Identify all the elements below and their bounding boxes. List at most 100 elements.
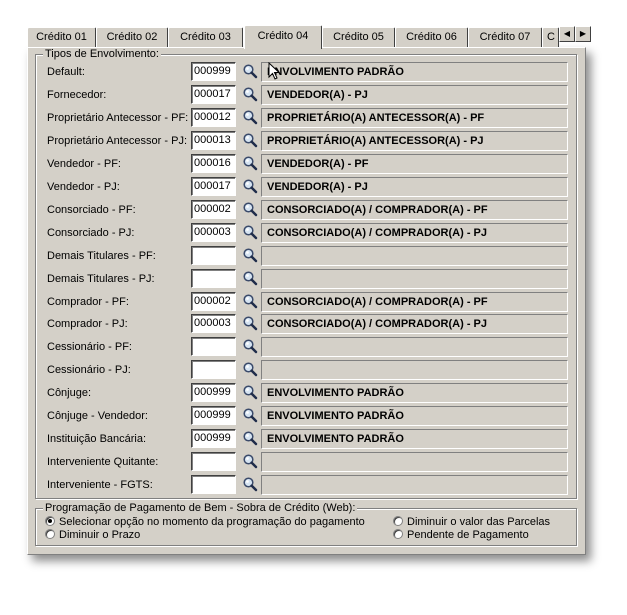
radio-selecionar-opcao[interactable]: Selecionar opção no momento da programaç… [45,516,365,528]
tab-credito-06[interactable]: Crédito 06 [395,27,468,47]
tab-credito-05[interactable]: Crédito 05 [322,27,395,47]
credit-tabstrip: Crédito 01 Crédito 02 Crédito 03 Crédito… [27,25,591,49]
envolvimento-code-input[interactable]: 000012 [191,108,236,127]
envolvimento-label: Interveniente - FGTS: [47,479,153,491]
magnifier-icon[interactable] [242,315,258,331]
envolvimento-code-input[interactable]: 000999 [191,383,236,402]
mouse-cursor-icon [268,62,280,80]
magnifier-icon[interactable] [242,224,258,240]
radio-diminuir-valor-parcelas[interactable]: Diminuir o valor das Parcelas [393,516,550,528]
radio-unselected-icon [393,529,403,539]
radio-selecionar-opcao-label: Selecionar opção no momento da programaç… [59,516,365,528]
envolvimento-description: VENDEDOR(A) - PJ [261,85,568,105]
envolvimento-description: CONSORCIADO(A) / COMPRADOR(A) - PF [261,200,568,220]
envolvimento-description: ENVOLVIMENTO PADRÃO [261,62,568,82]
envolvimento-description: CONSORCIADO(A) / COMPRADOR(A) - PF [261,292,568,312]
envolvimento-description: ENVOLVIMENTO PADRÃO [261,406,568,426]
magnifier-icon[interactable] [242,201,258,217]
radio-unselected-icon [45,529,55,539]
envolvimento-code-input[interactable]: 000002 [191,200,236,219]
tab-credito-04[interactable]: Crédito 04 [244,25,322,49]
magnifier-icon[interactable] [242,178,258,194]
magnifier-icon[interactable] [242,155,258,171]
magnifier-icon[interactable] [242,132,258,148]
radio-diminuir-valor-parcelas-label: Diminuir o valor das Parcelas [407,516,551,528]
magnifier-icon[interactable] [242,270,258,286]
envolvimento-description: CONSORCIADO(A) / COMPRADOR(A) - PJ [261,223,568,243]
envolvimento-label: Fornecedor: [47,89,107,101]
magnifier-icon[interactable] [242,476,258,492]
envolvimento-code-input[interactable]: 000003 [191,223,236,242]
magnifier-icon[interactable] [242,361,258,377]
envolvimento-label: Interveniente Quitante: [47,456,159,468]
magnifier-icon[interactable] [242,63,258,79]
envolvimento-description [261,269,568,289]
radio-pendente-pagamento-label: Pendente de Pagamento [407,529,529,541]
programacao-legend: Programação de Pagamento de Bem - Sobra … [43,502,358,514]
envolvimento-description: VENDEDOR(A) - PJ [261,177,568,197]
tab-credito-03[interactable]: Crédito 03 [168,27,243,47]
envolvimento-description [261,360,568,380]
tab-scroll-right-button[interactable]: ▶ [575,26,591,42]
envolvimento-description: PROPRIETÁRIO(A) ANTECESSOR(A) - PJ [261,131,568,151]
envolvimento-label: Demais Titulares - PJ: [47,273,155,285]
envolvimento-label: Proprietário Antecessor - PF: [47,112,189,124]
envolvimento-code-input[interactable] [191,360,236,379]
envolvimento-label: Instituição Bancária: [47,433,147,445]
magnifier-icon[interactable] [242,407,258,423]
tab-credito-02[interactable]: Crédito 02 [96,27,168,47]
magnifier-icon[interactable] [242,293,258,309]
envolvimento-description: CONSORCIADO(A) / COMPRADOR(A) - PJ [261,314,568,334]
envolvimento-description [261,475,568,495]
radio-unselected-icon [393,516,403,526]
envolvimento-label: Comprador - PF: [47,296,129,308]
arrow-left-icon: ◀ [563,29,571,38]
magnifier-icon[interactable] [242,453,258,469]
radio-pendente-pagamento[interactable]: Pendente de Pagamento [393,529,529,541]
tab-credito-08[interactable]: C [542,27,559,47]
envolvimento-label: Comprador - PJ: [47,318,128,330]
radio-diminuir-prazo-label: Diminuir o Prazo [59,529,141,541]
tab-credito-01[interactable]: Crédito 01 [27,27,96,47]
tab-credito-07[interactable]: Crédito 07 [468,27,542,47]
magnifier-icon[interactable] [242,384,258,400]
magnifier-icon[interactable] [242,338,258,354]
magnifier-icon[interactable] [242,86,258,102]
magnifier-icon[interactable] [242,430,258,446]
envolvimento-code-input[interactable] [191,475,236,494]
envolvimento-code-input[interactable]: 000013 [191,131,236,150]
envolvimento-code-input[interactable]: 000002 [191,292,236,311]
envolvimento-description [261,452,568,472]
envolvimento-description: ENVOLVIMENTO PADRÃO [261,429,568,449]
envolvimento-description: ENVOLVIMENTO PADRÃO [261,383,568,403]
envolvimento-code-input[interactable]: 000016 [191,154,236,173]
radio-diminuir-prazo[interactable]: Diminuir o Prazo [45,529,140,541]
envolvimento-code-input[interactable]: 000017 [191,177,236,196]
envolvimento-label: Cônjuge: [47,387,92,399]
envolvimento-code-input[interactable]: 000999 [191,62,236,81]
magnifier-icon[interactable] [242,247,258,263]
envolvimento-code-input[interactable] [191,269,236,288]
envolvimento-legend: Tipos de Envolvimento: [43,48,161,60]
envolvimento-label: Cônjuge - Vendedor: [47,410,148,422]
envolvimento-description: PROPRIETÁRIO(A) ANTECESSOR(A) - PF [261,108,568,128]
envolvimento-label: Vendedor - PJ: [47,181,120,193]
envolvimento-code-input[interactable]: 000003 [191,314,236,333]
envolvimento-label: Cessionário - PF: [47,341,132,353]
envolvimento-code-input[interactable] [191,246,236,265]
envolvimento-label: Default: [47,66,85,78]
envolvimento-label: Demais Titulares - PF: [47,250,156,262]
envolvimento-code-input[interactable] [191,337,236,356]
arrow-right-icon: ▶ [579,29,587,38]
envolvimento-code-input[interactable]: 000999 [191,406,236,425]
radio-selected-icon [45,516,55,526]
envolvimento-code-input[interactable]: 000999 [191,429,236,448]
envolvimento-label: Vendedor - PF: [47,158,121,170]
magnifier-icon[interactable] [242,109,258,125]
envolvimento-code-input[interactable] [191,452,236,471]
tab-scroll-left-button[interactable]: ◀ [559,26,575,42]
envolvimento-label: Proprietário Antecessor - PJ: [47,135,188,147]
envolvimento-code-input[interactable]: 000017 [191,85,236,104]
envolvimento-description [261,337,568,357]
envolvimento-description [261,246,568,266]
